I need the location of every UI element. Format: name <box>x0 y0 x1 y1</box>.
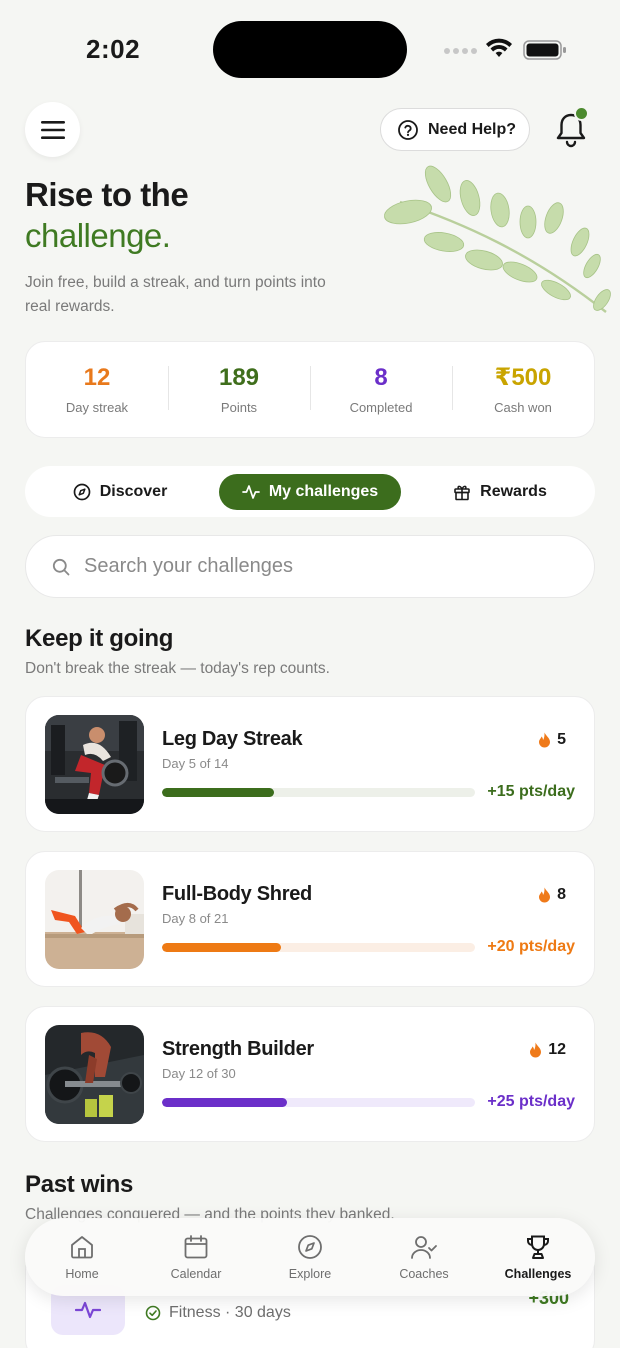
stat-points: 189 Points <box>168 364 310 415</box>
challenge-thumbnail <box>45 870 144 969</box>
stat-label: Points <box>220 400 258 415</box>
dynamic-island <box>213 21 407 78</box>
trophy-icon <box>527 1235 549 1259</box>
challenge-name: Leg Day Streak <box>162 728 303 750</box>
bottom-navigation: Home Calendar Explore Coaches Challenges <box>25 1218 595 1296</box>
title-line2: challenge. <box>25 217 171 254</box>
nav-calendar[interactable]: Calendar <box>139 1233 253 1281</box>
stat-label: Completed <box>349 400 413 415</box>
streak-value: 8 <box>557 886 566 903</box>
search-bar <box>25 535 595 598</box>
progress-track <box>162 943 475 952</box>
gift-icon <box>454 485 470 500</box>
challenge-name: Full-Body Shred <box>162 883 312 905</box>
status-time: 2:02 <box>86 34 141 64</box>
streak-value: 12 <box>548 1041 566 1058</box>
need-help-label: Need Help? <box>428 120 517 138</box>
battery-icon <box>523 40 566 60</box>
streak-count: 12 <box>529 1041 566 1059</box>
stat-completed: 8 Completed <box>310 364 452 415</box>
page-title: Rise to the challenge. <box>25 174 189 256</box>
stat-label: Day streak <box>65 400 129 415</box>
tab-label: Discover <box>99 482 168 500</box>
hero-subtitle: Join free, build a streak, and turn poin… <box>25 274 326 315</box>
challenge-thumbnail <box>45 715 144 814</box>
past-win-meta: Fitness · 30 days <box>145 1304 291 1322</box>
section-title-keep-going: Keep it going <box>25 625 174 652</box>
points-per-day: +25 pts/day <box>487 1093 575 1110</box>
wifi-icon <box>486 38 512 57</box>
home-icon <box>71 1236 93 1259</box>
flame-icon <box>539 732 551 748</box>
menu-button[interactable] <box>25 102 80 157</box>
challenge-card[interactable]: Leg Day Streak Day 5 of 14 5 +15 pts/day <box>25 696 595 832</box>
flame-icon <box>539 887 551 903</box>
challenge-day: Day 12 of 30 <box>162 1066 236 1081</box>
challenge-thumbnail <box>45 1025 144 1124</box>
tab-label: Rewards <box>480 482 547 500</box>
nav-label: Explore <box>288 1267 332 1281</box>
challenge-day: Day 8 of 21 <box>162 911 229 926</box>
stats-card: 12 Day streak 189 Points 8 Completed ₹50… <box>25 341 595 438</box>
need-help-button[interactable]: Need Help? <box>380 108 530 151</box>
tab-discover[interactable]: Discover <box>29 474 211 510</box>
nav-coaches[interactable]: Coaches <box>367 1233 481 1281</box>
streak-count: 8 <box>538 886 566 904</box>
section-title-past-wins: Past wins <box>25 1171 134 1198</box>
tab-my-challenges[interactable]: My challenges <box>219 473 401 510</box>
section-subtitle-keep-going: Don't break the streak — today's rep cou… <box>25 660 330 677</box>
nav-home[interactable]: Home <box>25 1233 139 1281</box>
notification-badge <box>574 106 589 121</box>
search-icon <box>52 558 70 575</box>
progress-fill <box>162 943 282 952</box>
tab-rewards[interactable]: Rewards <box>409 474 591 510</box>
activity-icon <box>241 484 260 499</box>
points-per-day: +20 pts/day <box>487 938 575 955</box>
nav-label: Challenges <box>504 1267 572 1281</box>
stat-cash-won: ₹500 Cash won <box>452 364 594 415</box>
stat-label: Cash won <box>494 400 552 415</box>
challenge-card[interactable]: Strength Builder Day 12 of 30 12 +25 pts… <box>25 1006 595 1142</box>
stat-value: 12 <box>83 364 111 391</box>
progress-track <box>162 788 475 797</box>
points-per-day: +15 pts/day <box>487 783 575 800</box>
streak-value: 5 <box>557 731 566 748</box>
stat-value: ₹500 <box>494 364 552 391</box>
challenge-day: Day 5 of 14 <box>162 756 229 771</box>
tab-label: My challenges <box>268 482 379 500</box>
segmented-tabs: Discover My challenges Rewards <box>25 466 595 517</box>
compass-icon <box>73 483 91 500</box>
progress-fill <box>162 1098 288 1107</box>
compass-icon <box>298 1235 322 1259</box>
menu-icon <box>40 120 65 139</box>
help-circle-icon <box>398 119 418 140</box>
past-win-meta-text: Fitness · 30 days <box>169 1304 291 1321</box>
nav-challenges[interactable]: Challenges <box>481 1233 595 1281</box>
stat-value: 8 <box>374 364 388 391</box>
nav-label: Home <box>65 1267 99 1281</box>
stat-value: 189 <box>218 364 260 391</box>
nav-explore[interactable]: Explore <box>253 1233 367 1281</box>
nav-label: Calendar <box>170 1267 222 1281</box>
flame-icon <box>530 1042 542 1058</box>
signal-icon <box>444 48 477 54</box>
challenge-name: Strength Builder <box>162 1038 314 1060</box>
leaf-branch-illustration <box>384 165 611 313</box>
title-line1: Rise to the <box>25 176 189 213</box>
calendar-icon <box>184 1235 208 1259</box>
search-input[interactable] <box>84 555 544 578</box>
challenge-card[interactable]: Full-Body Shred Day 8 of 21 8 +20 pts/da… <box>25 851 595 987</box>
progress-track <box>162 1098 475 1107</box>
streak-count: 5 <box>538 731 566 749</box>
nav-label: Coaches <box>399 1267 449 1281</box>
user-check-icon <box>411 1236 437 1259</box>
check-circle-icon <box>145 1305 161 1321</box>
progress-fill <box>162 788 274 797</box>
stat-day-streak: 12 Day streak <box>26 364 168 415</box>
status-bar: 2:02 <box>0 0 620 100</box>
